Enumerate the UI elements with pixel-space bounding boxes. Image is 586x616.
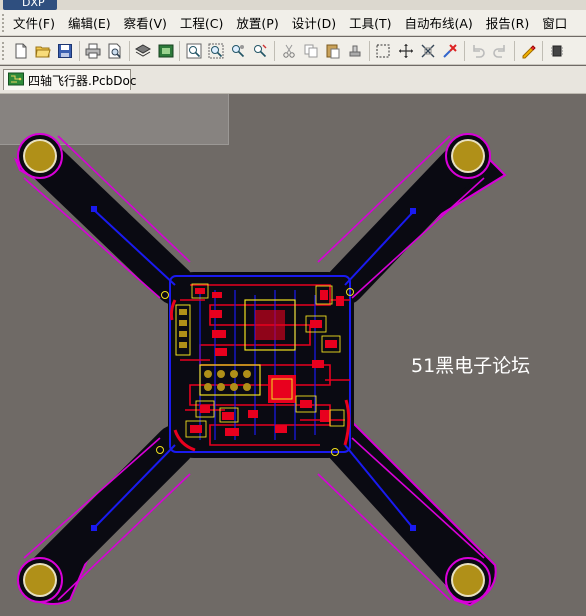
menu-view[interactable]: 察看(V) — [124, 13, 167, 32]
menu-bar: 文件(F) 编辑(E) 察看(V) 工程(C) 放置(P) 设计(D) 工具(T… — [0, 10, 586, 36]
clear-icon[interactable] — [440, 41, 459, 60]
print-preview-icon[interactable] — [106, 41, 125, 60]
3d-view-icon[interactable] — [156, 41, 175, 60]
menu-project[interactable]: 工程(C) — [180, 13, 223, 32]
pcb-canvas[interactable]: 51黑电子论坛 — [0, 94, 586, 616]
menu-bar-grip[interactable] — [2, 13, 7, 32]
toolbar-separator — [368, 40, 370, 61]
undo-icon[interactable] — [469, 41, 488, 60]
paste-icon[interactable] — [323, 41, 342, 60]
zoom-area-icon[interactable] — [207, 41, 226, 60]
document-tab-bar: 四轴飞行器.PcbDoc — [0, 66, 586, 94]
select-rect-icon[interactable] — [374, 41, 393, 60]
layers-icon[interactable] — [134, 41, 153, 60]
tab-label: 四轴飞行器.PcbDoc — [28, 73, 137, 88]
toolbar-separator — [78, 40, 80, 61]
menu-reports[interactable]: 报告(R) — [486, 13, 529, 32]
menu-edit[interactable]: 编辑(E) — [68, 13, 111, 32]
menu-file[interactable]: 文件(F) — [13, 13, 55, 32]
rubber-stamp-icon[interactable] — [346, 41, 365, 60]
toolbar-separator — [128, 40, 130, 61]
toolbar-separator — [179, 40, 181, 61]
menu-window[interactable]: 窗口 — [542, 13, 567, 32]
menu-tools[interactable]: 工具(T) — [349, 13, 391, 32]
open-folder-icon[interactable] — [33, 41, 52, 60]
component-icon[interactable] — [547, 41, 566, 60]
pcb-doc-icon — [8, 71, 24, 90]
toolbar-separator — [463, 40, 465, 61]
app-title: DXP — [22, 0, 45, 9]
toolbar-separator — [513, 40, 515, 61]
zoom-selected-icon[interactable] — [229, 41, 248, 60]
standard-toolbar — [0, 37, 586, 65]
copy-icon[interactable] — [301, 41, 320, 60]
menu-autoroute[interactable]: 自动布线(A) — [404, 13, 472, 32]
cut-icon[interactable] — [279, 41, 298, 60]
title-bar: DXP — [0, 0, 586, 10]
redo-icon[interactable] — [491, 41, 510, 60]
highlighter-icon[interactable] — [519, 41, 538, 60]
new-file-icon[interactable] — [11, 41, 30, 60]
select-net-icon[interactable] — [251, 41, 270, 60]
forum-watermark: 51黑电子论坛 — [411, 355, 531, 377]
menu-design[interactable]: 设计(D) — [292, 13, 336, 32]
toolbar-separator — [274, 40, 276, 61]
toolbar-separator — [542, 40, 544, 61]
menu-place[interactable]: 放置(P) — [236, 13, 278, 32]
toolbar-grip[interactable] — [2, 41, 7, 60]
tab-pcb-document[interactable]: 四轴飞行器.PcbDoc — [3, 69, 136, 90]
save-icon[interactable] — [55, 41, 74, 60]
move-icon[interactable] — [396, 41, 415, 60]
print-icon[interactable] — [84, 41, 103, 60]
zoom-fit-icon[interactable] — [184, 41, 203, 60]
cross-select-icon[interactable] — [418, 41, 437, 60]
